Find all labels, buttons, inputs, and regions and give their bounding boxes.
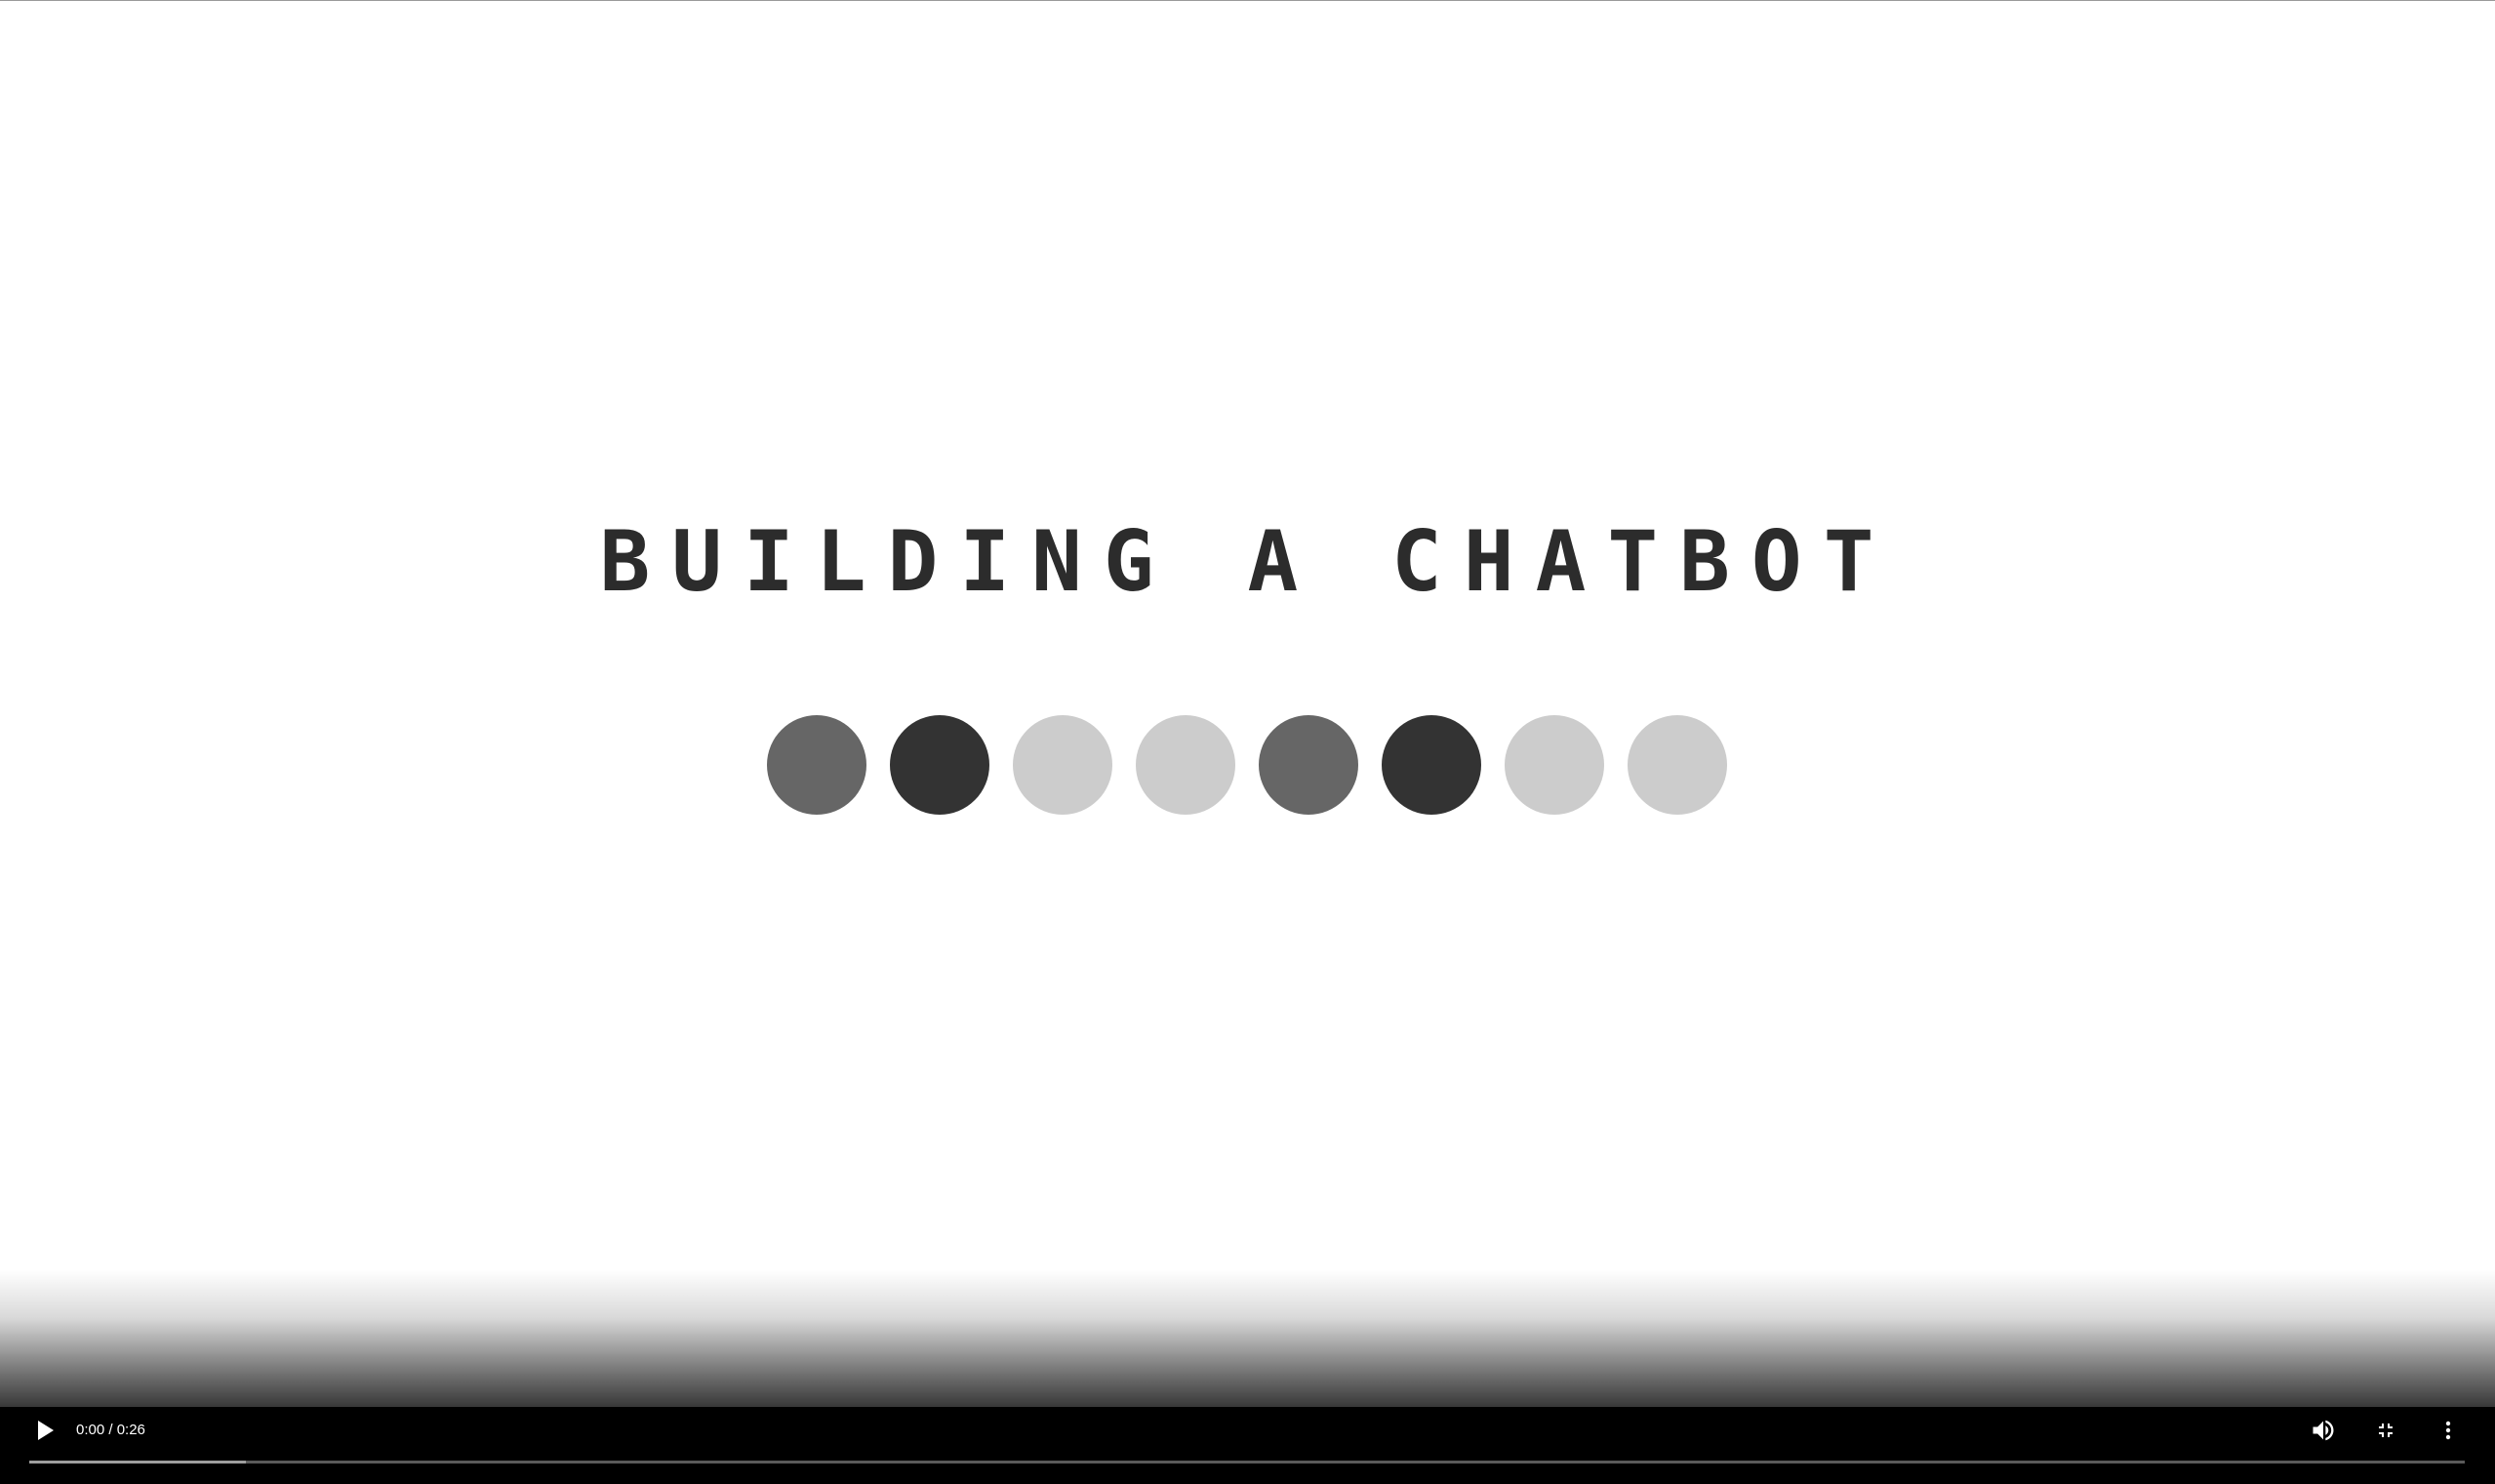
play-icon (38, 1421, 54, 1440)
loading-dot (767, 715, 866, 815)
loading-dot (1628, 715, 1727, 815)
volume-button[interactable] (2300, 1407, 2347, 1454)
exit-fullscreen-icon (2379, 1424, 2393, 1437)
exit-fullscreen-button[interactable] (2362, 1407, 2409, 1454)
progress-bar[interactable] (29, 1461, 2465, 1464)
video-frame[interactable]: BUILDING A CHATBOT (0, 1, 2495, 1484)
video-player[interactable]: BUILDING A CHATBOT 0:00 / 0:26 (0, 0, 2495, 1484)
dot-row (767, 715, 1729, 815)
more-vert-icon (2445, 1421, 2451, 1440)
controls-gradient (0, 1269, 2495, 1407)
loading-dot (890, 715, 989, 815)
loading-dot (1136, 715, 1235, 815)
progress-buffered (29, 1461, 247, 1464)
loading-dot (1259, 715, 1358, 815)
video-title-text: BUILDING A CHATBOT (599, 513, 1896, 611)
loading-dot (1382, 715, 1481, 815)
play-button[interactable] (21, 1407, 68, 1454)
time-display: 0:00 / 0:26 (76, 1422, 145, 1438)
loading-dot (1505, 715, 1604, 815)
loading-dot (1013, 715, 1112, 815)
more-options-button[interactable] (2425, 1407, 2472, 1454)
volume-icon (2313, 1420, 2334, 1441)
control-bar (0, 1407, 2495, 1484)
